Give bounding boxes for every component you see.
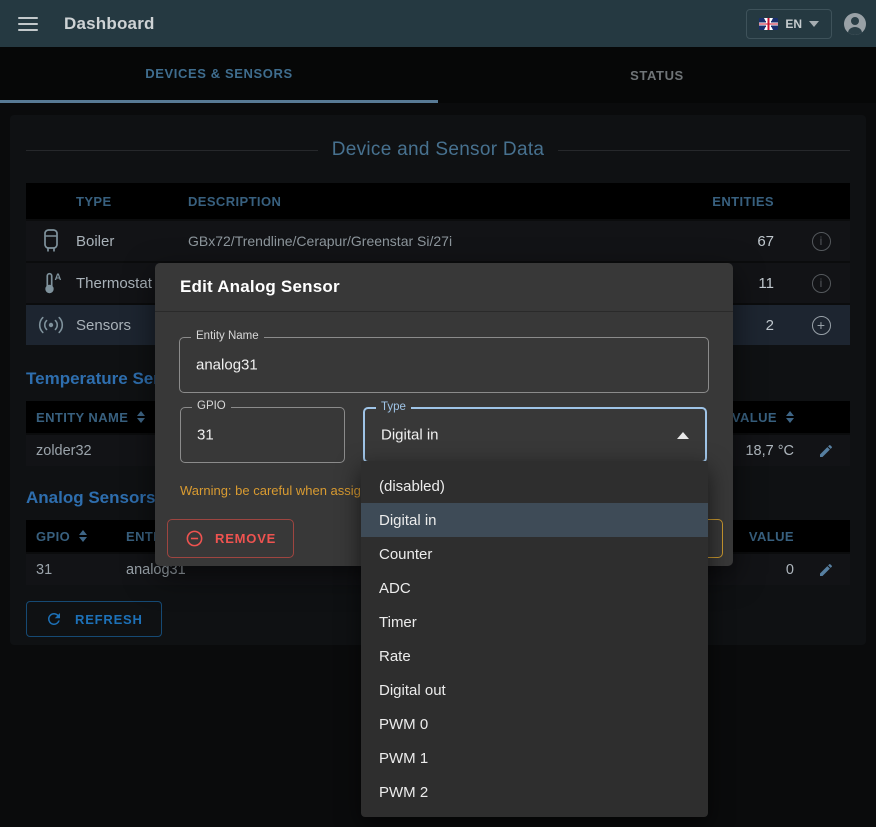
tab-bar: DEVICES & SENSORS STATUS — [0, 47, 876, 103]
section-heading-device-sensor-data: Device and Sensor Data — [26, 131, 850, 169]
entity-name-field[interactable]: Entity Name analog31 — [179, 337, 709, 393]
svg-text:A: A — [55, 272, 62, 283]
tab-status[interactable]: STATUS — [438, 47, 876, 103]
device-table-header: TYPE DESCRIPTION ENTITIES — [26, 183, 850, 219]
page-title: Dashboard — [64, 14, 155, 34]
type-label: Type — [376, 401, 411, 413]
menu-icon[interactable] — [18, 17, 38, 31]
modal-header: Edit Analog Sensor — [155, 263, 733, 312]
gpio-field[interactable]: GPIO 31 — [180, 407, 345, 463]
remove-button[interactable]: REMOVE — [167, 519, 294, 558]
dropdown-option-counter[interactable]: Counter — [361, 537, 708, 571]
edit-icon[interactable] — [802, 443, 850, 459]
dropdown-option-rate[interactable]: Rate — [361, 639, 708, 673]
dropdown-option-digital-out[interactable]: Digital out — [361, 673, 708, 707]
language-selector[interactable]: EN — [746, 9, 832, 39]
modal-title: Edit Analog Sensor — [180, 277, 340, 297]
gpio-label: GPIO — [192, 400, 231, 412]
entity-name-label: Entity Name — [191, 330, 264, 342]
dropdown-option-pwm0[interactable]: PWM 0 — [361, 707, 708, 741]
type-value: Digital in — [381, 427, 439, 444]
warning-message: Warning: be careful when assig — [180, 483, 361, 498]
sort-icon — [137, 411, 145, 423]
thermostat-icon: A — [26, 270, 76, 296]
sensors-icon — [26, 315, 76, 335]
col-description: DESCRIPTION — [188, 194, 672, 209]
dropdown-option-adc[interactable]: ADC — [361, 571, 708, 605]
edit-icon[interactable] — [802, 562, 850, 578]
dropdown-option-digital-in[interactable]: Digital in — [361, 503, 708, 537]
dropdown-option-timer[interactable]: Timer — [361, 605, 708, 639]
row-entities-count: 67 — [672, 233, 792, 250]
col-gpio[interactable]: GPIO — [36, 529, 126, 544]
chevron-down-icon — [809, 21, 819, 27]
info-icon[interactable]: i — [812, 274, 831, 293]
gpio-value: 31 — [197, 427, 214, 444]
table-row-boiler[interactable]: Boiler GBx72/Trendline/Cerapur/Greenstar… — [26, 219, 850, 261]
dropdown-option-disabled[interactable]: (disabled) — [361, 469, 708, 503]
info-icon[interactable]: i — [812, 232, 831, 251]
topbar-right: EN — [746, 9, 866, 39]
remove-label: REMOVE — [215, 531, 276, 546]
add-icon[interactable]: + — [812, 316, 831, 335]
tab-devices-sensors[interactable]: DEVICES & SENSORS — [0, 47, 438, 103]
boiler-icon — [26, 228, 76, 254]
refresh-label: REFRESH — [75, 612, 143, 627]
remove-circle-icon — [185, 529, 204, 548]
dropdown-option-pwm1[interactable]: PWM 1 — [361, 741, 708, 775]
row-description: GBx72/Trendline/Cerapur/Greenstar Si/27i — [188, 233, 672, 249]
row-gpio: 31 — [36, 562, 126, 578]
uk-flag-icon — [759, 18, 778, 30]
type-select[interactable]: Type Digital in — [363, 407, 707, 463]
language-label: EN — [785, 17, 802, 31]
refresh-button[interactable]: REFRESH — [26, 601, 162, 637]
row-type-label: Boiler — [76, 233, 188, 250]
col-entities: ENTITIES — [672, 194, 792, 209]
dashboard-app: Dashboard EN DEVICES & SENSORS STATUS De… — [0, 0, 876, 827]
entity-name-value: analog31 — [196, 357, 258, 374]
sort-icon — [79, 530, 87, 542]
refresh-icon — [45, 610, 63, 628]
user-avatar[interactable] — [844, 13, 866, 35]
chevron-up-icon — [677, 432, 689, 439]
top-app-bar: Dashboard EN — [0, 0, 876, 47]
dropdown-option-pwm2[interactable]: PWM 2 — [361, 775, 708, 809]
col-type: TYPE — [76, 194, 188, 209]
type-dropdown-menu: (disabled) Digital in Counter ADC Timer … — [361, 461, 708, 817]
sort-icon — [786, 411, 794, 423]
